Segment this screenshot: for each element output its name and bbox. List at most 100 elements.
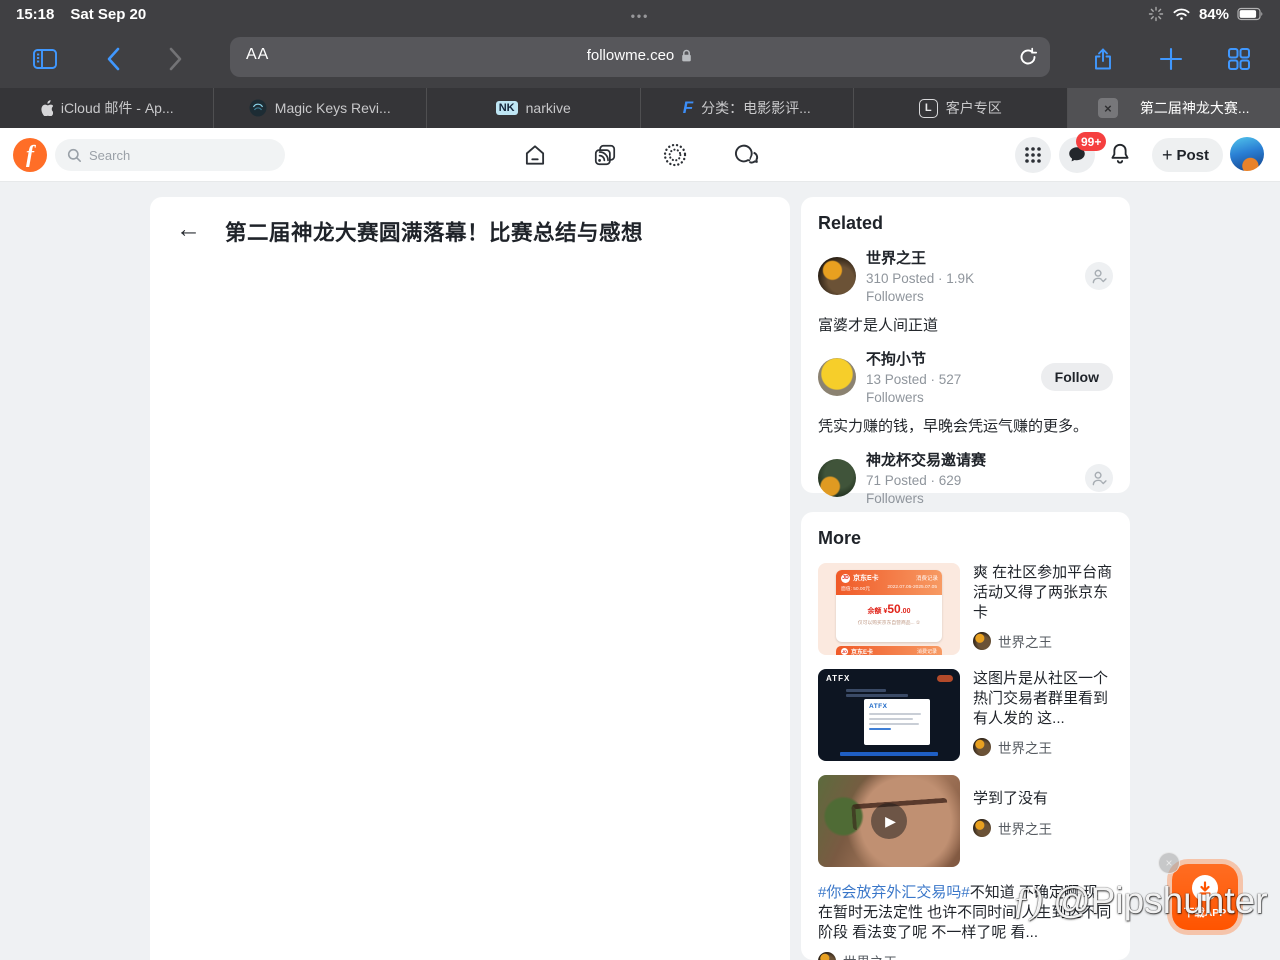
tab-movie-reviews[interactable]: F 分类：电影影评... [641,88,855,128]
author-name: 世界之王 [998,818,1052,838]
chat-icon[interactable] [731,141,759,169]
following-icon[interactable] [1085,262,1113,290]
status-date: Sat Sep 20 [70,6,146,23]
sidebar-toggle-button[interactable] [30,44,60,74]
related-item: 世界之王 310 Posted · 1.9K Followers [818,247,1113,305]
post-author[interactable]: 世界之王 [973,631,1113,651]
post-text[interactable]: 爽 在社区参加平台商活动又得了两张京东卡 [973,563,1113,622]
notification-badge: 99+ [1076,132,1106,151]
bell-icon[interactable] [1106,140,1134,168]
tab-magic-keys[interactable]: Magic Keys Revi... [214,88,428,128]
user-name[interactable]: 世界之王 [866,247,1075,268]
tab-customer-zone[interactable]: L 客户专区 [854,88,1068,128]
l-favicon: L [919,99,938,118]
user-meta: 71 Posted · 629 Followers [866,472,1016,507]
back-button[interactable] [98,44,128,74]
user-avatar[interactable] [1230,137,1264,171]
screen: 15:18 Sat Sep 20 ••• 84% [0,0,1280,960]
plus-icon: + [1162,146,1173,164]
status-bar: 15:18 Sat Sep 20 ••• 84% [0,0,1280,28]
status-time: 15:18 [16,6,54,23]
play-icon[interactable]: ▶ [871,803,907,839]
avatar[interactable] [818,459,856,497]
article-card: ← 第二届神龙大赛圆满落幕！比赛总结与感想 [150,197,790,960]
user-meta: 13 Posted · 527 Followers [866,371,1016,406]
author-name: 世界之王 [998,631,1052,651]
reload-button[interactable] [1016,45,1040,69]
back-arrow-icon[interactable]: ← [176,217,201,242]
post-thumbnail-jd-card[interactable]: JD 京东E卡 消费记录 面值: 50.00元 2022.07.05-2025.… [818,563,960,655]
address-bar[interactable]: AA followme.ceo [230,37,1050,77]
more-item: #你会放弃外汇交易吗#不知道 不确定啊 现在暂时无法定性 也许不同时间 人生到达… [818,883,1113,960]
more-card: More JD 京东E卡 消费记录 面值: 50.00元 2022.07.05-… [801,512,1130,960]
tab-narkive[interactable]: NK narkive [427,88,641,128]
avatar[interactable] [818,358,856,396]
jd-face-value: 面值: 50.00元 [841,585,870,592]
home-icon[interactable] [521,141,549,169]
feed-icon[interactable] [591,141,619,169]
community-icon[interactable] [661,141,689,169]
tab-icloud-mail[interactable]: iCloud 邮件 - Ap... [0,88,214,128]
download-app-button[interactable]: 下载APP [1172,864,1238,930]
jd-logo: JD [841,574,850,583]
tab-label: iCloud 邮件 - Ap... [61,98,174,118]
post-text[interactable]: 这图片是从社区一个热门交易者群里看到有人发的 这... [973,669,1113,728]
article-title: 第二届神龙大赛圆满落幕！比赛总结与感想 [225,216,643,247]
followme-logo[interactable]: f [13,138,47,172]
tab-label: 第二届神龙大赛... [1140,98,1250,118]
follow-button[interactable]: Follow [1041,363,1113,391]
atfx-modal-title: ATFX [869,703,925,710]
post-author[interactable]: 世界之王 [818,951,1113,960]
jd-title: 京东E卡 [853,573,879,583]
post-author[interactable]: 世界之王 [973,737,1113,757]
close-fab-button[interactable]: × [1158,852,1180,874]
author-name: 世界之王 [998,737,1052,757]
atfx-button [937,675,953,682]
download-icon [1192,875,1218,901]
post-text[interactable]: 学到了没有 [973,789,1113,809]
url-text: followme.ceo [587,47,675,64]
author-name: 世界之王 [843,951,897,960]
tabs-overview-button[interactable] [1224,44,1254,74]
user-name[interactable]: 神龙杯交易邀请赛 [866,449,1075,470]
author-avatar [973,819,991,837]
jd-note: 仅可以购买京东自营商品... ① [836,619,942,626]
jd-date-range: 2022.07.05-2025.07.05 [887,585,937,592]
avatar[interactable] [818,257,856,295]
related-heading: Related [818,213,1113,234]
battery-icon [1237,7,1264,21]
author-avatar [973,738,991,756]
user-meta: 310 Posted · 1.9K Followers [866,270,1016,305]
download-app-label: 下载APP [1184,905,1227,920]
jd-balance: 余额 ¥50.00 [836,602,942,616]
following-icon[interactable] [1085,464,1113,492]
related-item: 神龙杯交易邀请赛 71 Posted · 629 Followers [818,449,1113,507]
apple-icon [39,100,53,116]
search-bar[interactable] [55,139,285,171]
post-text[interactable]: #你会放弃外汇交易吗#不知道 不确定啊 现在暂时无法定性 也许不同时间 人生到达… [818,883,1113,942]
forward-button[interactable] [160,44,190,74]
tab-label: 分类：电影影评... [701,98,811,118]
lock-icon [680,48,693,63]
post-author[interactable]: 世界之王 [973,818,1113,838]
close-tab-button[interactable]: × [1098,98,1118,118]
jd-ecard-second: JD京东E卡 消费记录 [836,646,942,655]
activity-spinner-icon [1148,6,1164,22]
search-input[interactable] [89,148,259,163]
atfx-modal: ATFX [864,699,930,745]
post-thumbnail-video[interactable]: ▶ [818,775,960,867]
user-bio: 凭实力赚的钱，早晚会凭运气赚的更多。 [818,415,1113,436]
user-name[interactable]: 不拘小节 [866,348,1031,369]
tab-label: Magic Keys Revi... [275,100,391,116]
author-avatar [973,632,991,650]
new-tab-button[interactable] [1156,44,1186,74]
narkive-favicon: NK [496,101,518,115]
apps-grid-icon[interactable] [1015,137,1051,173]
tab-strip: iCloud 邮件 - Ap... Magic Keys Revi... NK … [0,88,1280,128]
hashtag-link[interactable]: #你会放弃外汇交易吗# [818,884,970,901]
post-button[interactable]: + Post [1152,138,1223,172]
search-icon [67,148,82,163]
post-thumbnail-atfx[interactable]: ATFX ATFX [818,669,960,761]
tab-active-shenlong[interactable]: × 第二届神龙大赛... [1068,88,1280,128]
share-button[interactable] [1088,44,1118,74]
